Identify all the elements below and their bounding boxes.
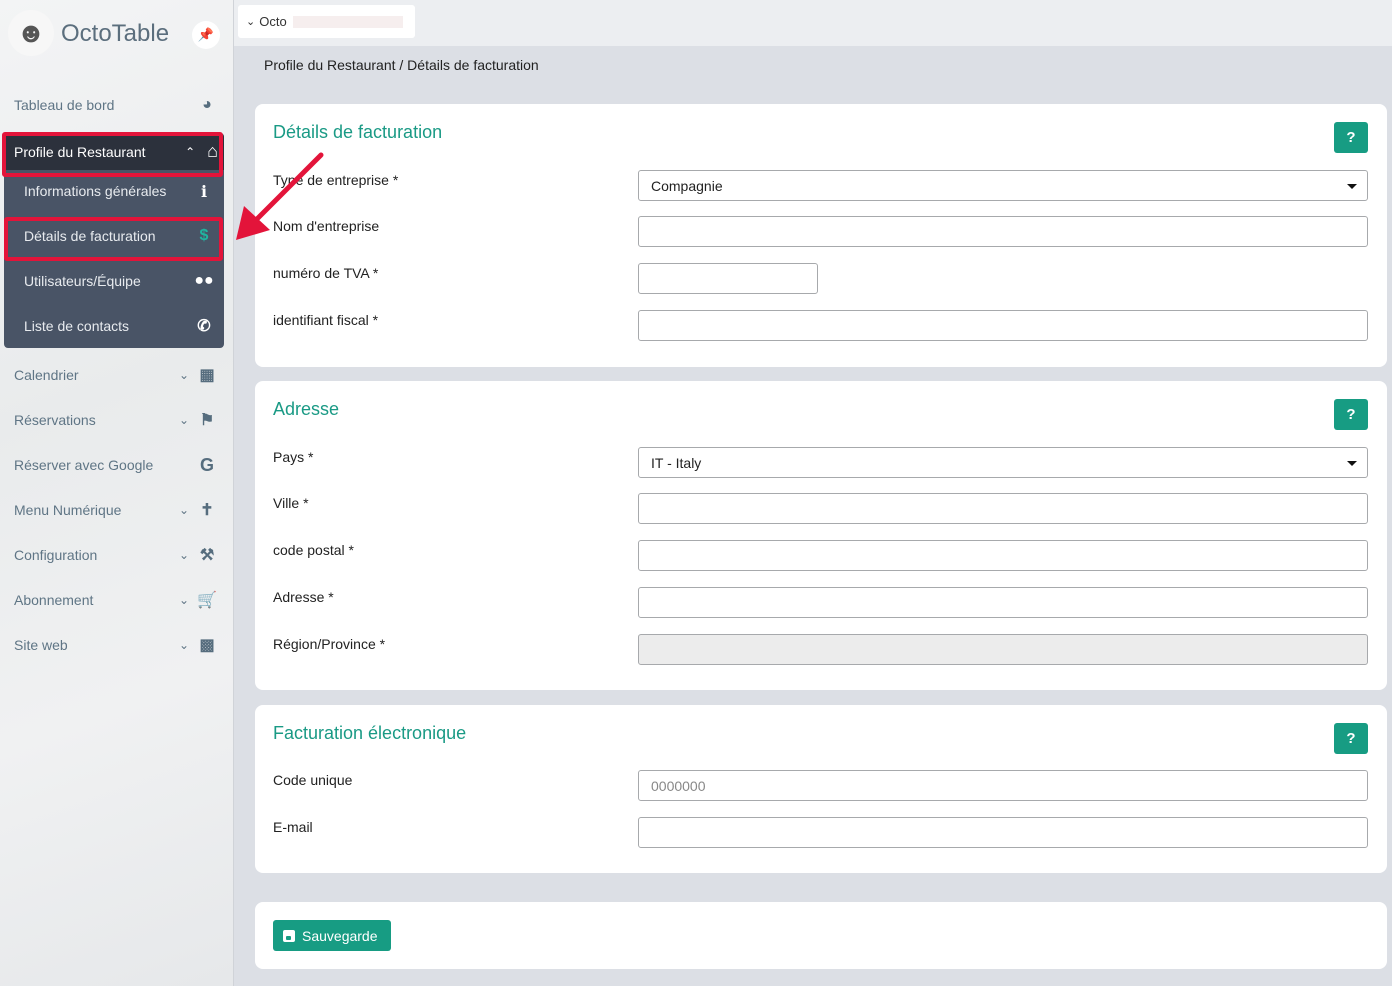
annotation-arrow [236, 152, 324, 240]
